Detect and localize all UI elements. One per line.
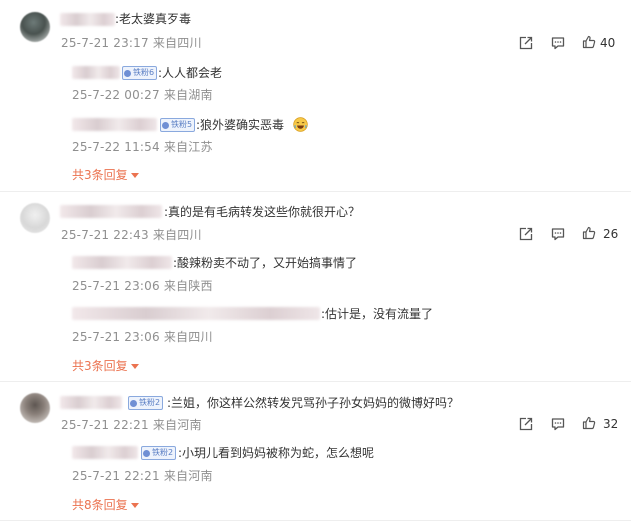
reply-username[interactable]	[72, 66, 120, 79]
comment-icon[interactable]	[551, 417, 565, 431]
more-replies-link[interactable]: 共8条回复	[72, 497, 139, 513]
avatar[interactable]	[20, 12, 50, 42]
fan-badge-label: 铁粉2	[139, 398, 161, 407]
like-icon[interactable]	[582, 35, 596, 49]
comment-meta: 25-7-21 23:17 来自四川	[61, 36, 202, 50]
comment-text: :兰姐，你这样公然转发咒骂孙子孙女妈妈的微博好吗？	[167, 396, 460, 410]
reply-meta: 25-7-21 23:06 来自四川	[72, 330, 213, 344]
laughing-emoji-icon	[293, 117, 308, 132]
like-count: 26	[603, 227, 619, 241]
username[interactable]	[60, 205, 162, 218]
share-icon[interactable]	[519, 36, 533, 50]
username[interactable]	[60, 13, 115, 26]
fan-badge-icon	[162, 121, 169, 129]
fan-badge-icon	[143, 449, 150, 457]
fan-badge: 铁粉5	[160, 118, 196, 132]
reply-username[interactable]	[72, 118, 157, 131]
share-icon[interactable]	[519, 227, 533, 241]
caret-down-icon	[130, 503, 139, 508]
reply-text: :人人都会老	[158, 66, 223, 80]
comment-icon[interactable]	[551, 36, 565, 50]
avatar[interactable]	[20, 393, 50, 423]
like-icon[interactable]	[582, 416, 596, 430]
divider	[0, 191, 631, 192]
comment-text: :老太婆真歹毒	[115, 12, 192, 26]
fan-badge-icon	[124, 69, 131, 77]
reply-text: :估计是，没有流量了	[321, 307, 434, 321]
more-replies-label: 共3条回复	[72, 168, 128, 182]
fan-badge: 铁粉6	[122, 66, 158, 80]
like-icon[interactable]	[582, 226, 596, 240]
reply-text: :小玥儿看到妈妈被称为蛇，怎么想呢	[178, 446, 375, 460]
fan-badge: 铁粉2	[128, 396, 164, 410]
more-replies-link[interactable]: 共3条回复	[72, 358, 139, 374]
reply-meta: 25-7-21 22:21 来自河南	[72, 469, 213, 483]
like-count: 40	[600, 36, 616, 50]
comment-meta: 25-7-21 22:21 来自河南	[61, 418, 202, 432]
caret-down-icon	[130, 173, 139, 178]
more-replies-link[interactable]: 共3条回复	[72, 167, 139, 183]
reply-meta: 25-7-22 11:54 来自江苏	[72, 140, 213, 154]
comment-icon[interactable]	[551, 227, 565, 241]
reply-username[interactable]	[72, 446, 138, 459]
reply-meta: 25-7-21 23:06 来自陕西	[72, 279, 213, 293]
divider	[0, 520, 631, 521]
reply-text: :狼外婆确实恶毒	[196, 118, 285, 132]
comment-meta: 25-7-21 22:43 来自四川	[61, 228, 202, 242]
divider	[0, 381, 631, 382]
like-count: 32	[603, 417, 619, 431]
fan-badge-icon	[130, 399, 137, 407]
fan-badge-label: 铁粉2	[152, 448, 174, 457]
share-icon[interactable]	[519, 417, 533, 431]
avatar[interactable]	[20, 203, 50, 233]
username[interactable]	[60, 396, 122, 409]
reply-text: :酸辣粉卖不动了，又开始搞事情了	[173, 256, 358, 270]
reply-username[interactable]	[72, 256, 172, 269]
caret-down-icon	[130, 364, 139, 369]
more-replies-label: 共8条回复	[72, 498, 128, 512]
reply-meta: 25-7-22 00:27 来自湖南	[72, 88, 213, 102]
comment-text: :真的是有毛病转发这些你就很开心？	[164, 205, 361, 219]
reply-username[interactable]	[72, 307, 320, 320]
fan-badge: 铁粉2	[141, 446, 177, 460]
more-replies-label: 共3条回复	[72, 359, 128, 373]
fan-badge-label: 铁粉6	[133, 68, 155, 77]
fan-badge-label: 铁粉5	[171, 120, 193, 129]
